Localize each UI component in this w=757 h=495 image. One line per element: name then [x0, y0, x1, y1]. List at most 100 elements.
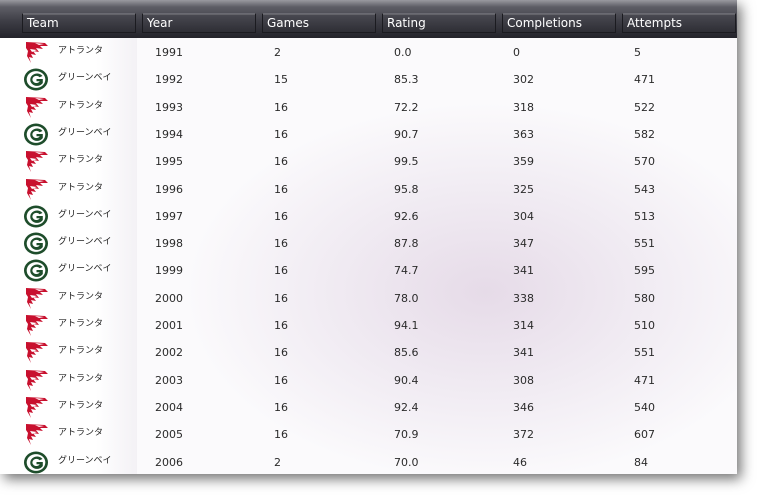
- team-name: グリーンベイ: [58, 127, 112, 138]
- rating-cell: 78.0: [394, 291, 419, 305]
- team-name: グリーンベイ: [58, 264, 112, 275]
- attempts-cell: 543: [634, 182, 655, 196]
- completions-cell: 347: [513, 237, 534, 251]
- team-name: アトランタ: [58, 291, 104, 302]
- data-grid: Team Year Games Rating Completions Attempts ア…: [0, 0, 737, 474]
- team-name: アトランタ: [58, 100, 104, 111]
- rating-cell: 85.3: [394, 73, 419, 87]
- table-row[interactable]: アトランタ 2004 16 92.4 346 540: [0, 394, 737, 421]
- attempts-cell: 522: [634, 100, 655, 114]
- table-row[interactable]: アトランタ 1996 16 95.8 325 543: [0, 176, 737, 203]
- year-cell: 1996: [155, 182, 183, 196]
- attempts-cell: 471: [634, 373, 655, 387]
- table-row[interactable]: グリーンベイ 1999 16 74.7 341 595: [0, 257, 737, 284]
- falcons-logo-icon: [26, 96, 48, 118]
- table-row[interactable]: アトランタ 2002 16 85.6 341 551: [0, 339, 737, 366]
- column-header-games[interactable]: Games: [262, 13, 376, 33]
- column-header-rating[interactable]: Rating: [382, 13, 496, 33]
- completions-cell: 346: [513, 400, 534, 414]
- completions-cell: 341: [513, 264, 534, 278]
- completions-cell: 372: [513, 428, 534, 442]
- games-cell: 16: [274, 264, 288, 278]
- table-row[interactable]: アトランタ 1993 16 72.2 318 522: [0, 94, 737, 121]
- rating-cell: 74.7: [394, 264, 419, 278]
- rating-cell: 90.7: [394, 127, 419, 141]
- column-header-completions[interactable]: Completions: [502, 13, 616, 33]
- rating-cell: 85.6: [394, 346, 419, 360]
- team-name: アトランタ: [58, 319, 104, 329]
- team-name: グリーンベイ: [58, 73, 112, 84]
- games-cell: 15: [274, 73, 288, 87]
- packers-logo-icon: [24, 123, 48, 146]
- completions-cell: 363: [513, 127, 534, 141]
- completions-cell: 304: [513, 209, 534, 223]
- attempts-cell: 540: [634, 400, 655, 414]
- attempts-cell: 570: [634, 155, 655, 169]
- year-cell: 1995: [155, 155, 183, 169]
- year-cell: 2002: [155, 346, 183, 360]
- completions-cell: 302: [513, 73, 534, 87]
- year-cell: 1992: [155, 73, 183, 87]
- table-row[interactable]: グリーンベイ 1994 16 90.7 363 582: [0, 121, 737, 148]
- table-row[interactable]: グリーンベイ 1992 15 85.3 302 471: [0, 66, 737, 93]
- team-name: アトランタ: [58, 428, 104, 439]
- column-header-year[interactable]: Year: [142, 13, 256, 33]
- table-row[interactable]: アトランタ 2005 16 70.9 372 607: [0, 421, 737, 448]
- year-cell: 2004: [155, 400, 183, 414]
- table-row[interactable]: アトランタ 1991 2 0.0 0 5: [0, 39, 737, 66]
- attempts-cell: 551: [634, 237, 655, 251]
- rating-cell: 0.0: [394, 46, 412, 59]
- table-row[interactable]: アトランタ 2000 16 78.0 338 580: [0, 285, 737, 312]
- table-row[interactable]: グリーンベイ 1998 16 87.8 347 551: [0, 230, 737, 257]
- games-cell: 16: [274, 182, 288, 196]
- table-row[interactable]: アトランタ 2003 16 90.4 308 471: [0, 367, 737, 394]
- games-cell: 16: [274, 400, 288, 414]
- falcons-logo-icon: [26, 342, 48, 364]
- falcons-logo-icon: [26, 369, 48, 391]
- attempts-cell: 582: [634, 127, 655, 141]
- rating-cell: 94.1: [394, 319, 419, 332]
- games-cell: 16: [274, 209, 288, 223]
- packers-logo-icon: [24, 205, 48, 228]
- team-name: アトランタ: [58, 182, 104, 193]
- team-name: アトランタ: [58, 373, 104, 384]
- grid-header: Team Year Games Rating Completions Attempts: [0, 0, 737, 38]
- packers-logo-icon: [24, 451, 48, 473]
- table-row[interactable]: アトランタ 1995 16 99.5 359 570: [0, 148, 737, 175]
- year-cell: 1997: [155, 209, 183, 223]
- year-cell: 2003: [155, 373, 183, 387]
- attempts-cell: 5: [634, 46, 641, 59]
- team-name: アトランタ: [58, 155, 104, 166]
- attempts-cell: 510: [634, 319, 655, 332]
- rating-cell: 95.8: [394, 182, 419, 196]
- attempts-cell: 84: [634, 455, 648, 469]
- completions-cell: 308: [513, 373, 534, 387]
- year-cell: 2000: [155, 291, 183, 305]
- falcons-logo-icon: [26, 178, 48, 200]
- column-header-attempts[interactable]: Attempts: [622, 13, 736, 33]
- year-cell: 1998: [155, 237, 183, 251]
- completions-cell: 46: [513, 455, 527, 469]
- falcons-logo-icon: [26, 287, 48, 309]
- games-cell: 16: [274, 237, 288, 251]
- year-cell: 2005: [155, 428, 183, 442]
- completions-cell: 338: [513, 291, 534, 305]
- table-row[interactable]: グリーンベイ 2006 2 70.0 46 84: [0, 449, 737, 475]
- table-row[interactable]: グリーンベイ 1997 16 92.6 304 513: [0, 203, 737, 230]
- table-row[interactable]: アトランタ 2001 16 94.1 314 510: [0, 312, 737, 339]
- rating-cell: 99.5: [394, 155, 419, 169]
- team-name: アトランタ: [58, 400, 104, 411]
- completions-cell: 318: [513, 100, 534, 114]
- year-cell: 1993: [155, 100, 183, 114]
- games-cell: 16: [274, 127, 288, 141]
- rating-cell: 70.9: [394, 428, 419, 442]
- team-name: グリーンベイ: [58, 455, 112, 466]
- rating-cell: 70.0: [394, 455, 419, 469]
- games-cell: 16: [274, 373, 288, 387]
- falcons-logo-icon: [26, 396, 48, 418]
- games-cell: 16: [274, 291, 288, 305]
- completions-cell: 314: [513, 319, 534, 332]
- rating-cell: 92.4: [394, 400, 419, 414]
- column-header-team[interactable]: Team: [22, 13, 136, 33]
- attempts-cell: 551: [634, 346, 655, 360]
